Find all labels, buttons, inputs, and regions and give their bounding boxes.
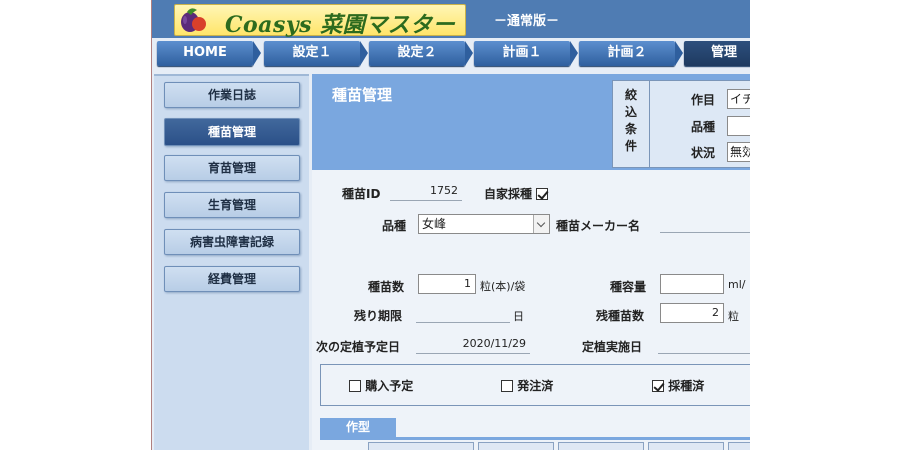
cropping-tab-strip — [320, 437, 750, 440]
expiry-label: 残り期限 — [354, 309, 403, 323]
grid-header-cell — [728, 442, 750, 450]
filter-label: 絞込条件 — [613, 81, 650, 167]
filter-crop-label: 作目 — [691, 93, 716, 107]
maker-value[interactable] — [660, 215, 750, 233]
planned-date-label: 次の定植予定日 — [316, 340, 401, 354]
main-panel: 種苗管理 絞込条件 作目 イチ 品種 状況 無効 種苗ID 1752 自家採種 … — [312, 74, 750, 450]
filter-panel: 絞込条件 作目 イチ 品種 状況 無効 — [612, 80, 750, 168]
filter-label-text: 絞込条件 — [624, 88, 637, 153]
filter-crop-input[interactable]: イチ — [727, 89, 750, 109]
edition-label: －通常版－ — [494, 14, 560, 29]
ordered-label: 発注済 — [517, 379, 554, 393]
remaining-label: 残種苗数 — [596, 309, 645, 323]
cropping-grid-header — [320, 442, 750, 450]
variety-select[interactable]: 女峰 — [418, 214, 550, 234]
sidebar: 作業日誌 種苗管理 育苗管理 生育管理 病害虫障害記録 経費管理 — [154, 74, 309, 450]
vegetable-logo-icon — [181, 8, 206, 32]
logo-text: Coasys 菜園マスター — [225, 12, 456, 38]
tab-home[interactable]: HOME — [157, 41, 261, 66]
tab-management[interactable]: 管理 — [684, 41, 750, 66]
screen: Coasys 菜園マスター －通常版－ HOME 設定１ 設定２ 計画１ 計画２… — [0, 0, 900, 450]
tab-settings-2[interactable]: 設定２ — [369, 41, 473, 66]
main-nav: HOME 設定１ 設定２ 計画１ 計画２ 管理 — [152, 38, 750, 70]
sidebar-item-seedling-management[interactable]: 育苗管理 — [164, 155, 300, 181]
variety-select-value: 女峰 — [422, 217, 447, 231]
planned-date-value[interactable]: 2020/11/29 — [416, 336, 530, 354]
chevron-down-icon — [533, 215, 549, 233]
tab-cropping-type[interactable]: 作型 — [320, 418, 396, 437]
sidebar-item-growth-management[interactable]: 生育管理 — [164, 192, 300, 218]
filter-variety-label: 品種 — [691, 120, 716, 134]
volume-unit: ml/ — [728, 278, 746, 291]
collected-checkbox[interactable] — [652, 380, 664, 392]
grid-header-cell — [478, 442, 554, 450]
variety-label: 品種 — [382, 219, 407, 233]
seed-count-label: 種苗数 — [368, 280, 405, 294]
grid-header-cell — [648, 442, 724, 450]
filter-variety-input[interactable] — [727, 116, 750, 136]
collected-label: 採種済 — [668, 379, 705, 393]
ordered-option[interactable]: 発注済 — [501, 377, 553, 394]
app-header: Coasys 菜園マスター －通常版－ — [152, 0, 750, 38]
filter-status-label: 状況 — [691, 146, 716, 160]
seed-count-input[interactable]: 1 — [418, 274, 476, 294]
tab-plan-1[interactable]: 計画１ — [474, 41, 578, 66]
volume-label: 種容量 — [610, 280, 647, 294]
home-seed-checkbox[interactable] — [536, 188, 549, 200]
purchase-planned-option[interactable]: 購入予定 — [349, 377, 413, 394]
tab-settings-1[interactable]: 設定１ — [264, 41, 368, 66]
remaining-input[interactable]: 2 — [660, 303, 724, 323]
volume-input[interactable] — [660, 274, 724, 294]
home-seed-label-text: 自家採種 — [484, 187, 533, 201]
status-panel: 購入予定 発注済 採種済 — [320, 364, 750, 406]
expiry-unit: 日 — [513, 310, 524, 323]
collected-option[interactable]: 採種済 — [652, 377, 704, 394]
remaining-unit: 粒 — [728, 310, 739, 323]
grid-header-cell — [368, 442, 474, 450]
sidebar-item-expense-management[interactable]: 経費管理 — [164, 266, 300, 292]
maker-label: 種苗メーカー名 — [556, 219, 641, 233]
purchase-planned-checkbox[interactable] — [349, 380, 361, 392]
purchase-planned-label: 購入予定 — [365, 379, 414, 393]
actual-date-value[interactable] — [658, 336, 750, 354]
app-window: Coasys 菜園マスター －通常版－ HOME 設定１ 設定２ 計画１ 計画２… — [151, 0, 750, 450]
ordered-checkbox[interactable] — [501, 380, 513, 392]
filter-status-select[interactable]: 無効 — [727, 142, 750, 162]
sidebar-item-work-diary[interactable]: 作業日誌 — [164, 82, 300, 108]
page-title: 種苗管理 — [332, 86, 393, 104]
seed-id-label: 種苗ID — [342, 187, 381, 201]
tab-plan-2[interactable]: 計画２ — [579, 41, 683, 66]
home-seed-label: 自家採種 — [484, 185, 549, 202]
actual-date-label: 定植実施日 — [582, 340, 643, 354]
expiry-value — [416, 305, 510, 323]
title-bar: 種苗管理 絞込条件 作目 イチ 品種 状況 無効 — [312, 74, 750, 170]
sidebar-item-pest-record[interactable]: 病害虫障害記録 — [164, 229, 300, 255]
seed-count-unit: 粒(本)/袋 — [480, 280, 526, 293]
grid-header-cell — [558, 442, 644, 450]
seed-id-value: 1752 — [390, 183, 462, 201]
app-logo: Coasys 菜園マスター — [174, 4, 466, 38]
sidebar-item-seed-management[interactable]: 種苗管理 — [164, 118, 300, 146]
